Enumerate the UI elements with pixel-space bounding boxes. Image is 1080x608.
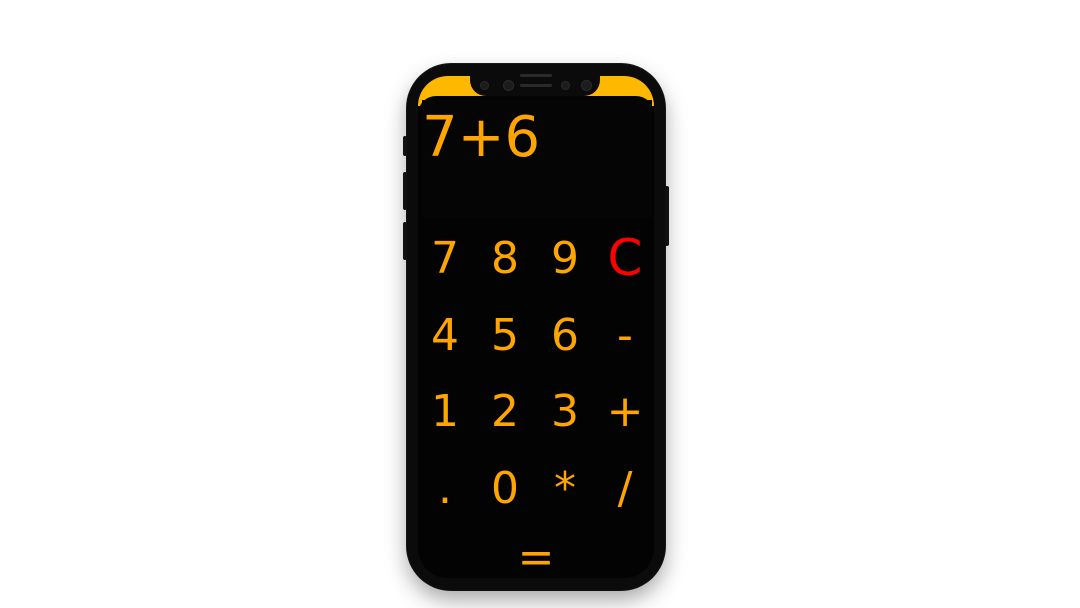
stage: 7+6 7 8 9 C 4 5 6 - 1 2 3 + . 0 * / = — [0, 0, 1080, 608]
key-3[interactable]: 3 — [535, 381, 595, 441]
key-2[interactable]: 2 — [475, 381, 535, 441]
speaker-grille-lower — [520, 84, 552, 87]
key-7[interactable]: 7 — [415, 228, 475, 288]
clear-button[interactable]: C — [595, 228, 655, 288]
key-9[interactable]: 9 — [535, 228, 595, 288]
equals-button[interactable]: = — [506, 527, 566, 587]
front-camera-icon — [503, 80, 514, 91]
mute-switch — [403, 136, 407, 156]
key-6[interactable]: 6 — [535, 305, 595, 365]
volume-down-button — [403, 222, 407, 260]
key-5[interactable]: 5 — [475, 305, 535, 365]
expression-text: 7+6 — [422, 105, 541, 170]
multiply-button[interactable]: * — [535, 458, 595, 518]
divide-button[interactable]: / — [595, 458, 655, 518]
volume-up-button — [403, 172, 407, 210]
key-1[interactable]: 1 — [415, 381, 475, 441]
key-0[interactable]: 0 — [475, 458, 535, 518]
speaker-grille — [520, 74, 552, 77]
minus-button[interactable]: - — [595, 305, 655, 365]
key-8[interactable]: 8 — [475, 228, 535, 288]
decimal-button[interactable]: . — [415, 458, 475, 518]
plus-button[interactable]: + — [595, 381, 655, 441]
power-button — [665, 186, 669, 246]
key-4[interactable]: 4 — [415, 305, 475, 365]
proximity-sensor-icon — [561, 81, 570, 90]
face-id-camera-icon — [581, 80, 592, 91]
sensor-icon — [480, 81, 489, 90]
